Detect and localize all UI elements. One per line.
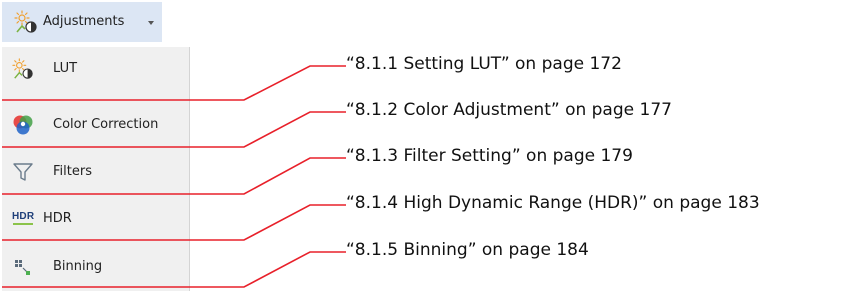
color-wheel-icon [12, 114, 34, 136]
hdr-icon-underline [13, 223, 33, 225]
menu-item-label: HDR [43, 211, 72, 226]
menu-item-color-correction[interactable]: Color Correction [2, 103, 189, 149]
hdr-icon: HDR [12, 208, 34, 230]
chevron-down-icon [148, 21, 154, 25]
adjustments-label: Adjustments [43, 14, 125, 29]
hdr-icon-text: HDR [12, 211, 35, 222]
menu-item-label: Binning [53, 259, 103, 274]
adjustments-menu: LUT Color Correction Filters HDR HDR Bin… [2, 47, 190, 291]
reference-link-color-adjustment[interactable]: “8.1.2 Color Adjustment” on page 177 [346, 102, 672, 119]
lut-icon [12, 58, 34, 80]
menu-item-label: Filters [53, 164, 92, 179]
binning-icon [12, 256, 34, 278]
reference-link-hdr[interactable]: “8.1.4 High Dynamic Range (HDR)” on page… [346, 195, 760, 212]
menu-item-hdr[interactable]: HDR HDR [2, 197, 189, 243]
menu-item-filters[interactable]: Filters [2, 150, 189, 196]
reference-link-filter-setting[interactable]: “8.1.3 Filter Setting” on page 179 [346, 148, 633, 165]
reference-link-setting-lut[interactable]: “8.1.1 Setting LUT” on page 172 [346, 56, 622, 73]
funnel-icon [12, 161, 34, 183]
adjustments-icon [14, 10, 38, 34]
menu-item-binning[interactable]: Binning [2, 245, 189, 291]
annotated-screenshot: Adjustments LUT Color Correction Filters… [0, 0, 850, 291]
menu-item-label: LUT [53, 61, 78, 76]
menu-item-lut[interactable]: LUT [2, 47, 189, 93]
menu-item-label: Color Correction [53, 117, 159, 132]
adjustments-dropdown-button[interactable]: Adjustments [2, 2, 162, 42]
reference-link-binning[interactable]: “8.1.5 Binning” on page 184 [346, 242, 589, 259]
